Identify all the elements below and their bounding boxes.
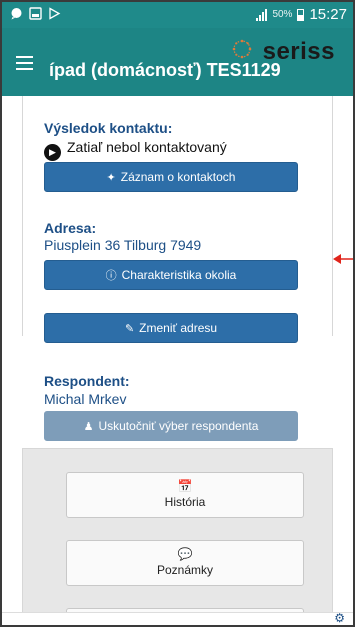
phone-screen: 50% 15:27 ípad (domácnosť) TES1129 seris… (0, 0, 355, 627)
edit-icon: ✎ (124, 322, 135, 335)
gear-icon[interactable]: ⚙ (334, 611, 345, 625)
battery-icon (297, 8, 305, 21)
notes-tile[interactable]: 💬 Poznámky (66, 540, 304, 586)
respondent-label: Respondent: (44, 373, 130, 389)
play-circle-icon: ▶ (44, 144, 61, 161)
gallery-icon (29, 7, 42, 20)
seriss-logo: seriss (262, 38, 335, 65)
logo-star-icon (232, 39, 252, 59)
page-title: ípad (domácnosť) TES1129 (49, 60, 281, 80)
respondent-name: Michal Mrkev (44, 391, 127, 407)
signal-icon (256, 8, 268, 21)
compass-icon: ✦ (106, 171, 116, 184)
select-respondent-button[interactable]: ♟ Uskutočniť výber respondenta (44, 411, 298, 441)
history-tile[interactable]: 📅 História (66, 472, 304, 518)
actions-area: 📅 História 💬 Poznámky (22, 448, 333, 625)
play-icon (49, 7, 61, 20)
contact-records-button[interactable]: ✦ Záznam o kontaktoch (44, 162, 298, 192)
app-header: ípad (domácnosť) TES1129 seriss (2, 28, 353, 96)
address-value: Piusplein 36 Tilburg 7949 (44, 237, 202, 253)
notification-icons (10, 7, 61, 20)
hamburger-menu-icon[interactable] (16, 56, 33, 70)
change-address-button[interactable]: ✎ Zmeniť adresu (44, 313, 298, 343)
chat-bubble-icon (11, 8, 22, 20)
info-icon: ⓘ (105, 270, 117, 282)
contact-result-label: Výsledok kontaktu: (44, 120, 173, 136)
bottom-bar (2, 612, 353, 625)
comment-icon: 💬 (177, 547, 193, 561)
battery-percent: 50% (272, 9, 293, 20)
main-content: Výsledok kontaktu: ▶ Zatiaľ nebol kontakt… (2, 96, 353, 625)
address-label: Adresa: (44, 220, 97, 236)
neighborhood-characteristics-button[interactable]: ⓘ Charakteristika okolia (44, 260, 298, 290)
status-bar: 50% 15:27 (2, 2, 353, 28)
user-icon: ♟ (83, 420, 94, 433)
arrow-left-icon (333, 254, 353, 264)
system-status: 50% 15:27 (256, 6, 347, 23)
clock: 15:27 (309, 6, 347, 23)
calendar-icon: 📅 (177, 479, 193, 493)
contact-status: ▶ Zatiaľ nebol kontaktovaný (44, 139, 227, 161)
